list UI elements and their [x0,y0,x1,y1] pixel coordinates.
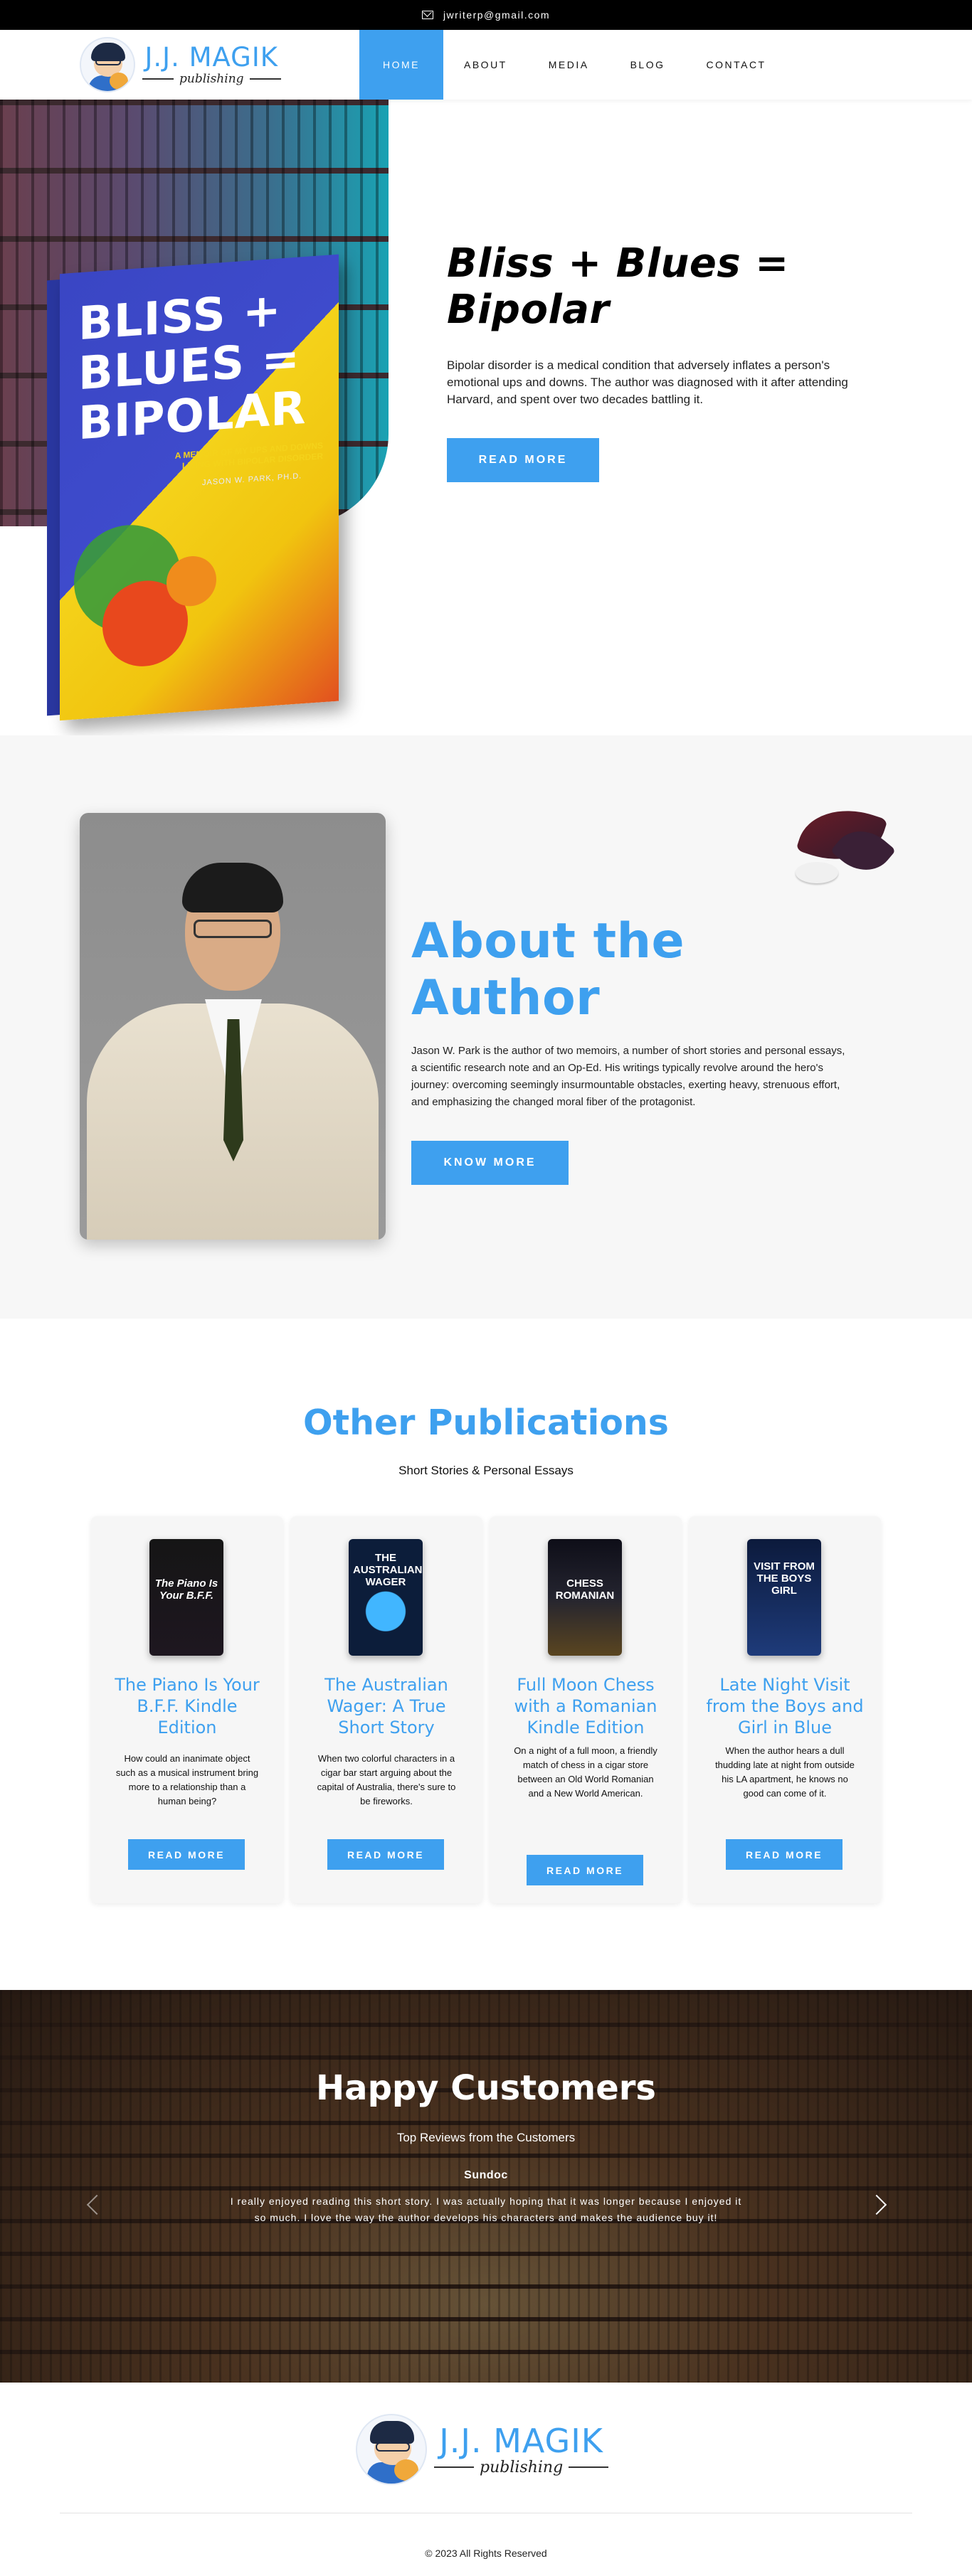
publication-title[interactable]: Full Moon Chess with a Romanian Kindle E… [505,1674,666,1738]
publication-read-more-button[interactable]: READ MORE [327,1839,444,1870]
main-nav: HOME ABOUT MEDIA BLOG CONTACT [359,30,787,100]
publications-section: Other Publications Short Stories & Perso… [0,1319,972,1990]
hero-title: Bliss + Blues = Bipolar [447,240,789,333]
footer-brand-tagline: publishing [480,2458,564,2476]
nav-about[interactable]: ABOUT [443,30,528,100]
testimonials-title: Happy Customers [316,2068,656,2108]
publication-cards: The Piano Is Your B.F.F. The Piano Is Yo… [91,1516,881,1903]
publication-read-more-button[interactable]: READ MORE [128,1839,245,1870]
publications-subtitle: Short Stories & Personal Essays [398,1464,574,1477]
publication-card: THE AUSTRALIAN WAGER The Australian Wage… [290,1516,482,1903]
testimonials-section: Happy Customers Top Reviews from the Cus… [0,1990,972,2383]
mascot-logo-icon [356,2414,427,2485]
publication-title[interactable]: The Australian Wager: A True Short Story [306,1674,467,1738]
publication-cover-image[interactable]: The Piano Is Your B.F.F. [149,1539,223,1656]
book-cover-author: JASON W. PARK, PH.D. [202,472,302,488]
flying-book-icon [796,795,897,889]
copyright-text: © 2023 All Rights Reserved [425,2548,547,2559]
book-cover-image: BLISS + BLUES = BIPOLAR A MEMOIR OF MY U… [47,254,339,722]
contact-email[interactable]: jwriterp@gmail.com [443,9,550,21]
footer-brand-name: J.J. MAGIK [439,2421,603,2460]
publication-card: The Piano Is Your B.F.F. The Piano Is Yo… [91,1516,283,1903]
author-photo [80,813,386,1240]
site-header: J.J. MAGIK publishing HOME ABOUT MEDIA B… [0,30,972,100]
review-quote: I really enjoyed reading this short stor… [230,2196,742,2223]
site-logo[interactable]: J.J. MAGIK publishing [80,37,281,92]
publication-cover-image[interactable]: THE AUSTRALIAN WAGER [349,1539,423,1656]
publication-description: When two colorful characters in a cigar … [317,1753,456,1806]
footer-brand-tagline-row: publishing [434,2458,609,2476]
publication-card: VISIT FROM THE BOYS GIRL Late Night Visi… [689,1516,881,1903]
publications-title: Other Publications [303,1403,669,1443]
publication-read-more-button[interactable]: READ MORE [527,1855,643,1885]
nav-blog[interactable]: BLOG [610,30,686,100]
next-arrow-icon[interactable] [866,2194,887,2215]
book-cover-subtitle: A MEMOIR OF MY UPS AND DOWNS LIVING WITH… [174,440,323,472]
publication-description: When the author hears a dull thudding la… [715,1745,855,1799]
prev-arrow-icon[interactable] [86,2194,107,2215]
footer-logo[interactable]: J.J. MAGIK publishing [356,2414,609,2485]
hero-description: Bipolar disorder is a medical condition … [447,358,848,406]
brand-tagline-row: publishing [142,72,281,86]
nav-home[interactable]: HOME [359,30,443,100]
publication-read-more-button[interactable]: READ MORE [726,1839,842,1870]
brand-name: J.J. MAGIK [144,42,279,73]
publication-cover-image[interactable]: VISIT FROM THE BOYS GIRL [747,1539,821,1656]
book-cover-title: BLISS + BLUES = BIPOLAR [78,284,307,451]
about-title: About the Author [411,913,685,1026]
publication-description: How could an inanimate object such as a … [115,1753,259,1806]
hero-section: BLISS + BLUES = BIPOLAR A MEMOIR OF MY U… [0,100,972,735]
brand-tagline: publishing [179,72,244,86]
nav-media[interactable]: MEDIA [528,30,610,100]
mascot-logo-icon [80,37,135,92]
site-footer: J.J. MAGIK publishing © 2023 All Rights … [0,2383,972,2575]
about-description: Jason W. Park is the author of two memoi… [411,1045,845,1108]
about-section: About the Author Jason W. Park is the au… [0,735,972,1319]
publication-card: CHESS ROMANIAN Full Moon Chess with a Ro… [490,1516,682,1903]
mail-icon [421,11,433,19]
publication-cover-image[interactable]: CHESS ROMANIAN [548,1539,622,1656]
reviewer-name: Sundoc [464,2169,508,2181]
nav-contact[interactable]: CONTACT [685,30,786,100]
know-more-button[interactable]: KNOW MORE [411,1141,569,1185]
publication-title[interactable]: The Piano Is Your B.F.F. Kindle Edition [107,1674,268,1738]
testimonials-subtitle: Top Reviews from the Customers [396,2131,576,2144]
hero-read-more-button[interactable]: READ MORE [447,438,599,482]
publication-description: On a night of a full moon, a friendly ma… [514,1745,657,1799]
publication-title[interactable]: Late Night Visit from the Boys and Girl … [704,1674,865,1738]
top-bar: jwriterp@gmail.com [0,0,972,30]
